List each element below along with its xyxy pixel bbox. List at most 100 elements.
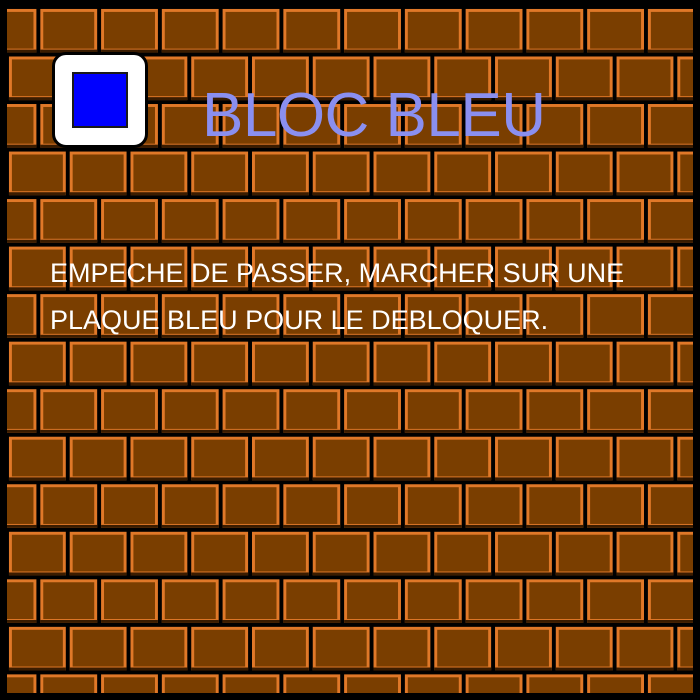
brick	[677, 341, 693, 386]
brick	[40, 484, 98, 528]
brick	[587, 104, 644, 148]
brick	[40, 579, 98, 623]
brick	[647, 389, 693, 433]
brick	[40, 8, 98, 53]
brick	[130, 151, 188, 196]
brick	[7, 579, 37, 623]
brick	[404, 199, 462, 243]
brick	[434, 531, 492, 576]
block-title: BLOC BLEU	[202, 81, 546, 150]
brick	[312, 151, 370, 196]
brick	[616, 341, 674, 386]
brick	[283, 389, 341, 433]
brick	[191, 626, 249, 671]
brick	[465, 579, 523, 623]
brick	[495, 531, 552, 576]
brick	[677, 151, 693, 196]
brick	[312, 626, 370, 671]
brick	[130, 531, 188, 576]
brick	[222, 8, 280, 53]
brick	[434, 626, 492, 671]
brick	[647, 579, 693, 623]
brick	[344, 579, 401, 623]
brick	[434, 151, 492, 196]
brick	[647, 199, 693, 243]
brick	[40, 199, 98, 243]
brick	[555, 531, 613, 576]
brick	[495, 436, 552, 481]
brick	[677, 626, 693, 671]
brick	[344, 389, 401, 433]
brick	[252, 151, 309, 196]
brick	[161, 8, 219, 53]
brick	[344, 8, 401, 53]
brick	[434, 341, 492, 386]
brick	[404, 484, 462, 528]
brick	[373, 626, 431, 671]
brick	[647, 674, 693, 693]
blue-block-icon	[52, 52, 148, 148]
brick	[526, 484, 584, 528]
brick	[69, 341, 127, 386]
brick	[252, 531, 309, 576]
brick	[312, 436, 370, 481]
description-line-2: PLAQUE BLEU POUR LE DEBLOQUER.	[50, 305, 549, 335]
brick	[7, 389, 37, 433]
brick	[677, 436, 693, 481]
brick	[373, 151, 431, 196]
brick	[373, 341, 431, 386]
brick	[69, 626, 127, 671]
brick	[8, 341, 66, 386]
brick	[161, 199, 219, 243]
brick	[222, 579, 280, 623]
brick	[555, 341, 613, 386]
brick	[465, 674, 523, 693]
brick	[191, 531, 249, 576]
brick	[526, 579, 584, 623]
brick	[587, 484, 644, 528]
brick	[344, 484, 401, 528]
brick	[526, 8, 584, 53]
brick	[8, 531, 66, 576]
brick	[222, 674, 280, 693]
brick	[191, 341, 249, 386]
brick	[434, 436, 492, 481]
brick	[161, 389, 219, 433]
block-description: EMPECHE DE PASSER, MARCHER SUR UNE PLAQU…	[50, 250, 693, 344]
brick	[191, 151, 249, 196]
brick	[616, 531, 674, 576]
description-line-1: EMPECHE DE PASSER, MARCHER SUR UNE	[50, 258, 625, 288]
brick	[344, 674, 401, 693]
brick	[7, 199, 37, 243]
brick	[101, 8, 158, 53]
brick	[283, 484, 341, 528]
brick	[312, 341, 370, 386]
brick	[283, 674, 341, 693]
brick	[616, 151, 674, 196]
brick	[7, 294, 37, 338]
brick	[404, 579, 462, 623]
game-screen: BLOC BLEU EMPECHE DE PASSER, MARCHER SUR…	[0, 0, 700, 700]
brick	[8, 626, 66, 671]
brick	[40, 389, 98, 433]
blue-square-icon	[72, 72, 128, 128]
brick	[252, 436, 309, 481]
brick	[465, 484, 523, 528]
brick	[101, 484, 158, 528]
brick	[40, 674, 98, 693]
brick	[465, 8, 523, 53]
brick	[69, 531, 127, 576]
brick	[373, 436, 431, 481]
brick	[283, 8, 341, 53]
brick	[312, 531, 370, 576]
brick	[526, 389, 584, 433]
brick	[495, 341, 552, 386]
brick	[252, 341, 309, 386]
brick	[283, 579, 341, 623]
brick	[161, 674, 219, 693]
brick	[616, 436, 674, 481]
brick	[283, 199, 341, 243]
brick	[222, 199, 280, 243]
brick	[130, 436, 188, 481]
brick	[161, 484, 219, 528]
